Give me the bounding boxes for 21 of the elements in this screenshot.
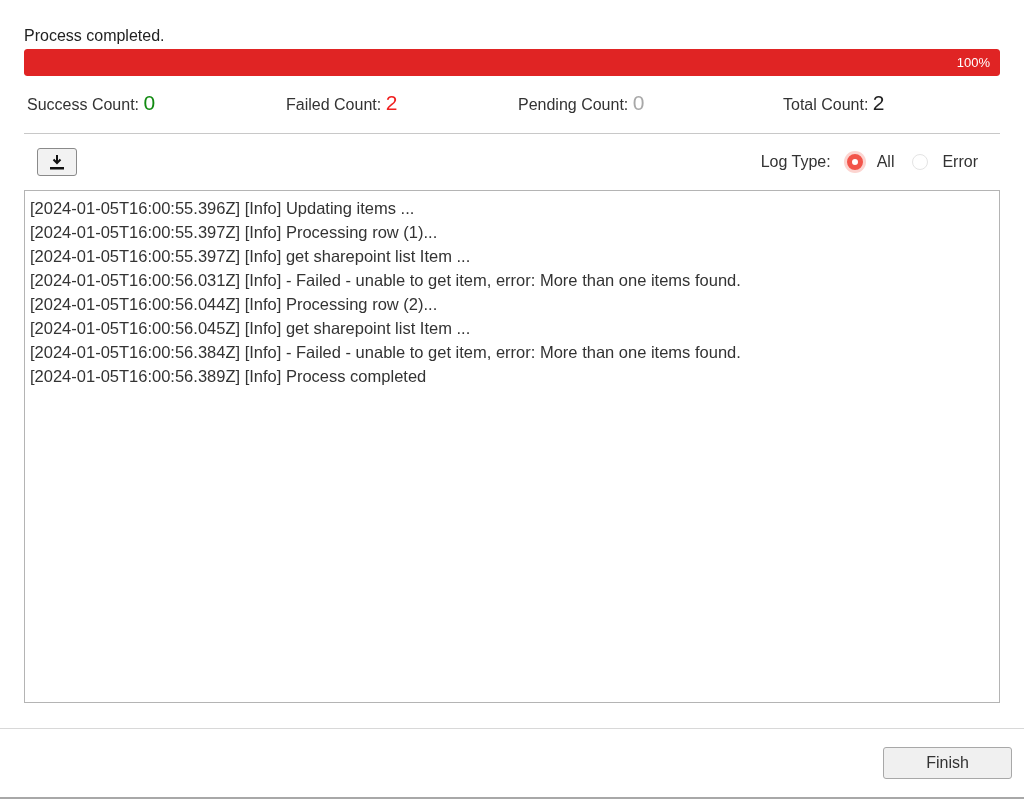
log-line: [2024-01-05T16:00:55.397Z] [Info] Processing row (1)... xyxy=(30,222,438,243)
log-line: [2024-01-05T16:00:56.384Z] [Info] - Failed - unable to get item, error: More than one items found. xyxy=(30,342,741,363)
count-label: Total Count: 2 xyxy=(783,91,886,115)
log-line: [2024-01-05T16:00:56.044Z] [Info] Processing row (2)... xyxy=(30,294,438,315)
count-label: Failed Count: 2 xyxy=(286,91,399,115)
radio-button[interactable] xyxy=(846,154,863,170)
radio-label[interactable]: Error xyxy=(942,153,978,171)
finish-button[interactable]: Finish xyxy=(883,747,1012,779)
radio-label[interactable]: All xyxy=(876,153,895,171)
download-icon xyxy=(49,154,65,170)
log-line: [2024-01-05T16:00:55.397Z] [Info] get sharepoint list Item ... xyxy=(30,246,471,267)
log-line: [2024-01-05T16:00:56.389Z] [Info] Process completed xyxy=(30,366,427,387)
log-line: [2024-01-05T16:00:56.045Z] [Info] get sharepoint list Item ... xyxy=(30,318,471,339)
progress-percent: 100% xyxy=(956,55,990,70)
count-label: Success Count: 0 xyxy=(27,91,157,115)
log-line: [2024-01-05T16:00:55.396Z] [Info] Updating items ... xyxy=(30,198,415,219)
log-line: [2024-01-05T16:00:56.031Z] [Info] - Failed - unable to get item, error: More than one items found. xyxy=(30,270,741,291)
download-button[interactable] xyxy=(37,148,77,176)
status-text: Process completed. xyxy=(24,26,165,46)
count-label: Pending Count: 0 xyxy=(518,91,646,115)
log-type-label: Log Type: xyxy=(760,153,831,171)
